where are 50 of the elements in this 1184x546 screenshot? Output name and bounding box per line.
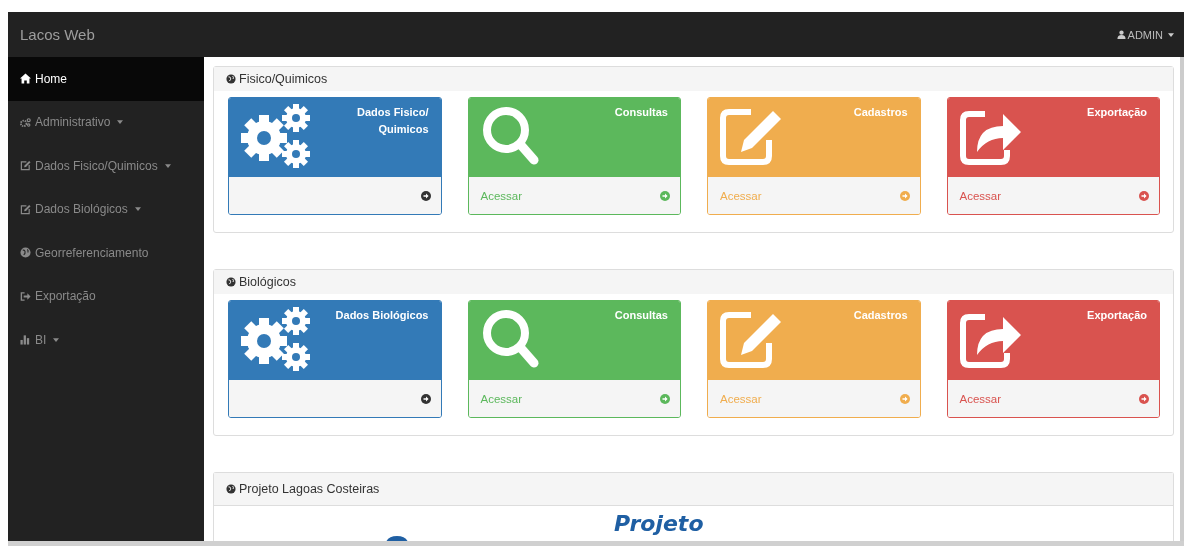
arrow-circle-icon — [899, 190, 910, 201]
arrow-circle-icon — [1139, 393, 1149, 404]
dashboard-card[interactable]: Consultas Acessar — [467, 97, 681, 215]
panel-title: Projeto Lagoas Costeiras — [239, 482, 380, 496]
access-link[interactable]: Acessar — [959, 392, 1002, 405]
sign-in-icon — [20, 290, 31, 302]
sidebar-item[interactable]: Administrativo — [8, 100, 204, 144]
caret-icon — [1168, 32, 1174, 37]
card-title: Cadastros — [852, 105, 908, 120]
sidebar-item[interactable]: Exportação — [8, 274, 204, 318]
card-title: Exportação — [1086, 105, 1147, 120]
globe-icon — [226, 484, 236, 494]
arrow-circle-icon — [899, 393, 910, 404]
card-title: Dados Fisico/ Quimicos — [355, 105, 429, 137]
arrow-circle-icon — [1139, 190, 1149, 201]
card-title: Consultas — [613, 308, 668, 323]
panel-title: Fisico/Quimicos — [239, 72, 328, 86]
card-title: Consultas — [613, 105, 668, 120]
bar-chart-icon — [20, 334, 31, 346]
sidebar-item[interactable]: BI — [8, 318, 204, 362]
dashboard-card[interactable]: Dados Biológicos — [228, 300, 442, 418]
access-link[interactable]: Acessar — [480, 189, 523, 202]
arrow-circle-icon — [420, 393, 431, 404]
dashboard-card[interactable]: Exportação Acessar — [946, 97, 1160, 215]
panel-title: Biológicos — [239, 275, 296, 289]
dashboard-card[interactable]: Dados Fisico/ Quimicos — [228, 97, 442, 215]
card-title: Dados Biológicos — [334, 308, 429, 323]
sidebar-item[interactable]: Georreferenciamento — [8, 231, 204, 275]
access-link[interactable]: Acessar — [480, 392, 523, 405]
edit-icon — [20, 203, 31, 215]
arrow-circle-icon — [660, 190, 670, 201]
sidebar-item[interactable]: Home — [8, 57, 204, 101]
arrow-circle-icon — [660, 393, 670, 404]
brand-title[interactable]: Lacos Web — [20, 26, 95, 43]
card-title: Cadastros — [852, 308, 908, 323]
access-link[interactable]: Acessar — [959, 189, 1002, 202]
user-menu[interactable]: ADMIN — [1116, 28, 1174, 41]
card-title: Exportação — [1086, 308, 1147, 323]
dashboard-card[interactable]: Consultas Acessar — [467, 300, 681, 418]
globe-icon — [20, 247, 31, 259]
globe-icon — [226, 74, 236, 84]
arrow-circle-icon — [420, 190, 431, 201]
sidebar-item[interactable]: Dados Biológicos — [8, 187, 204, 231]
user-icon — [1116, 30, 1126, 39]
edit-icon — [20, 160, 31, 172]
globe-icon — [226, 277, 236, 287]
sidebar-item[interactable]: Dados Fisico/Quimicos — [8, 144, 204, 188]
dashboard-card[interactable]: Exportação Acessar — [946, 300, 1160, 418]
logo-text: Projeto — [614, 510, 704, 538]
home-icon — [20, 73, 31, 85]
